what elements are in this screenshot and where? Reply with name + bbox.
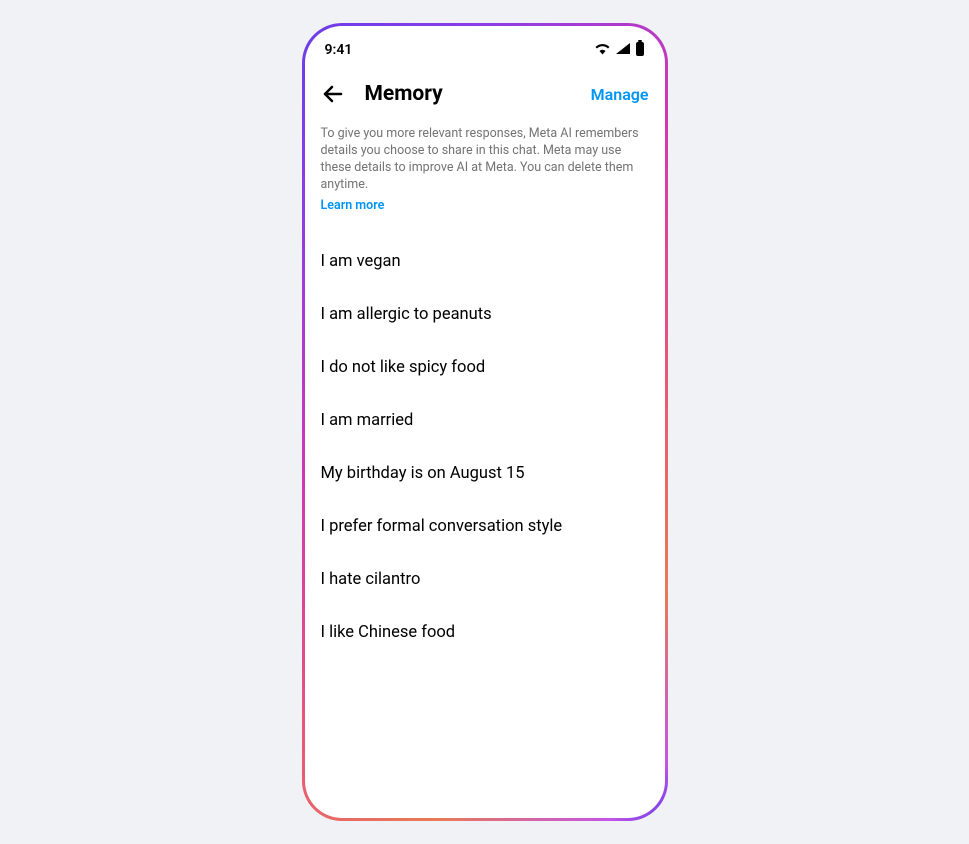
learn-more-link[interactable]: Learn more [305,198,665,225]
phone-screen: 9:41 [305,26,665,818]
memory-item[interactable]: I am married [305,394,665,447]
memory-item[interactable]: I am allergic to peanuts [305,288,665,341]
description-text: To give you more relevant responses, Met… [305,120,665,198]
manage-button[interactable]: Manage [591,85,649,104]
signal-icon [615,42,631,59]
memory-item[interactable]: I do not like spicy food [305,341,665,394]
memory-list: I am vegan I am allergic to peanuts I do… [305,225,665,669]
page-header: Memory Manage [305,68,665,120]
memory-item[interactable]: My birthday is on August 15 [305,447,665,500]
back-arrow-icon[interactable] [321,82,345,106]
memory-item[interactable]: I hate cilantro [305,553,665,606]
wifi-icon [594,42,611,59]
status-icons [594,40,645,60]
status-bar: 9:41 [305,26,665,68]
memory-item[interactable]: I like Chinese food [305,606,665,659]
battery-icon [635,40,645,60]
page-title: Memory [365,82,571,106]
memory-item[interactable]: I am vegan [305,235,665,288]
memory-item[interactable]: I prefer formal conversation style [305,500,665,553]
status-time: 9:41 [325,42,353,58]
phone-frame: 9:41 [302,23,668,821]
